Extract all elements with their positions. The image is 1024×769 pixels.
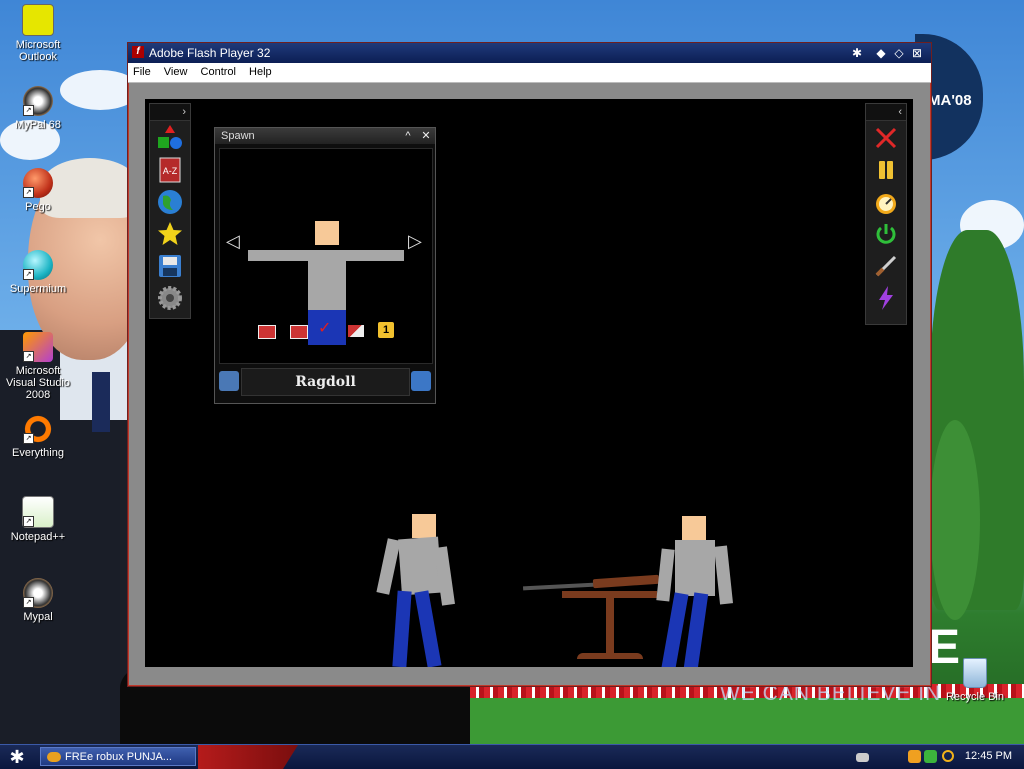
start-button[interactable]: ✱ [6,747,28,767]
taskbar: ✱ FREe robux PUNJA... 12:45 PM [0,744,1024,769]
lightning-icon[interactable] [871,283,901,313]
next-item-button[interactable]: ▷ [408,231,422,252]
close-icon[interactable]: ✕ [419,129,433,143]
a-z-icon[interactable]: A-Z [155,155,185,185]
campaign-logo-text: MA'08 [928,92,972,109]
pin-icon[interactable]: ✱ [849,45,865,61]
system-tray: 12:45 PM [854,745,1024,769]
desktop-icon-outlook[interactable]: Microsoft Outlook [0,4,76,63]
menu-view[interactable]: View [159,63,193,82]
minimize-button[interactable]: ◆ [873,45,889,61]
flash-player-window[interactable]: f Adobe Flash Player 32 ✱ ◆ ◇ ⊠ File Vie… [127,42,932,687]
desktop-icon-visual-studio[interactable]: ↗ Microsoft Visual Studio 2008 [0,332,76,401]
desktop-icon-notepadpp[interactable]: ↗ Notepad++ [0,496,76,543]
window-titlebar[interactable]: f Adobe Flash Player 32 ✱ ◆ ◇ ⊠ [128,43,931,63]
left-toolbar-expand-button[interactable]: › [150,104,190,121]
preview-head [315,221,339,245]
pause-icon[interactable] [871,155,901,185]
spawn-preview: ◁ ▷ ✓ 1 [219,148,433,364]
mirror-icon[interactable] [290,325,308,339]
menu-help[interactable]: Help [244,63,277,82]
menu-bar: File View Control Help [128,63,931,83]
everything-icon: ↗ [23,414,53,444]
prev-item-button[interactable]: ◁ [226,231,240,252]
recycle-bin-icon [963,658,987,688]
checkmark-icon[interactable]: ✓ [318,321,334,337]
spawn-panel: Spawn ^ ✕ ◁ ▷ ✓ 1 Ragdoll [214,127,436,404]
pego-icon: ↗ [23,168,53,198]
shapes-icon[interactable] [155,123,185,153]
taskbar-item-label: FREe robux PUNJA... [65,751,172,763]
notepadpp-icon: ↗ [22,496,54,528]
menu-file[interactable]: File [128,63,156,82]
game-stage[interactable]: › A-Z Spawn ^ ✕ ◁ ▷ ✓ 1 Ragdoll ‹ [145,99,913,667]
window-title: Adobe Flash Player 32 [149,46,271,60]
desktop-icon-supermium[interactable]: ↗ Supermium [0,250,76,295]
right-toolbar: ‹ [865,103,907,325]
supermium-icon: ↗ [23,250,53,280]
desktop-icon-mypal[interactable]: ↗ Mypal [0,578,76,623]
menu-control[interactable]: Control [196,63,241,82]
globe-icon[interactable] [155,187,185,217]
keyboard-icon[interactable] [856,753,869,762]
flip-icon[interactable] [258,325,276,339]
knife-icon[interactable] [871,251,901,281]
search-icon[interactable] [219,371,239,391]
close-button[interactable]: ⊠ [909,45,925,61]
left-toolbar: › A-Z [149,103,191,319]
power-icon[interactable] [871,219,901,249]
visual-studio-icon: ↗ [23,332,53,362]
help-icon[interactable] [411,371,431,391]
toggle-icon[interactable] [348,325,364,337]
spawn-panel-title: Spawn [221,130,255,142]
close-x-icon[interactable] [871,123,901,153]
taskbar-item[interactable]: FREe robux PUNJA... [40,747,196,766]
preview-torso [308,250,346,310]
search-icon[interactable] [942,750,954,762]
svg-text:A-Z: A-Z [163,166,178,176]
save-icon[interactable] [155,251,185,281]
right-toolbar-collapse-button[interactable]: ‹ [866,104,906,121]
gear-icon[interactable] [155,283,185,313]
clock[interactable]: 12:45 PM [965,750,1012,762]
desktop-icon-everything[interactable]: ↗ Everything [0,414,76,459]
spawn-panel-titlebar[interactable]: Spawn ^ ✕ [215,128,435,144]
flash-icon: f [132,46,144,58]
maximize-button[interactable]: ◇ [891,45,907,61]
app-icon [47,752,61,763]
network-icon[interactable] [924,750,937,763]
count-badge[interactable]: 1 [378,322,394,338]
desktop-icon-mypal68[interactable]: ↗ MyPal 68 [0,86,76,131]
desktop-icon-pego[interactable]: ↗ Pego [0,168,76,213]
star-icon[interactable] [155,219,185,249]
raccoon-icon: ↗ [23,578,53,608]
raccoon-icon: ↗ [23,86,53,116]
tray-app-icon[interactable] [908,750,921,763]
spawn-item-name: Ragdoll [241,368,410,396]
stopwatch-icon[interactable] [871,187,901,217]
outlook-icon [22,4,54,36]
collapse-icon[interactable]: ^ [401,129,415,143]
desktop-icon-recycle-bin[interactable]: Recycle Bin [937,658,1013,703]
